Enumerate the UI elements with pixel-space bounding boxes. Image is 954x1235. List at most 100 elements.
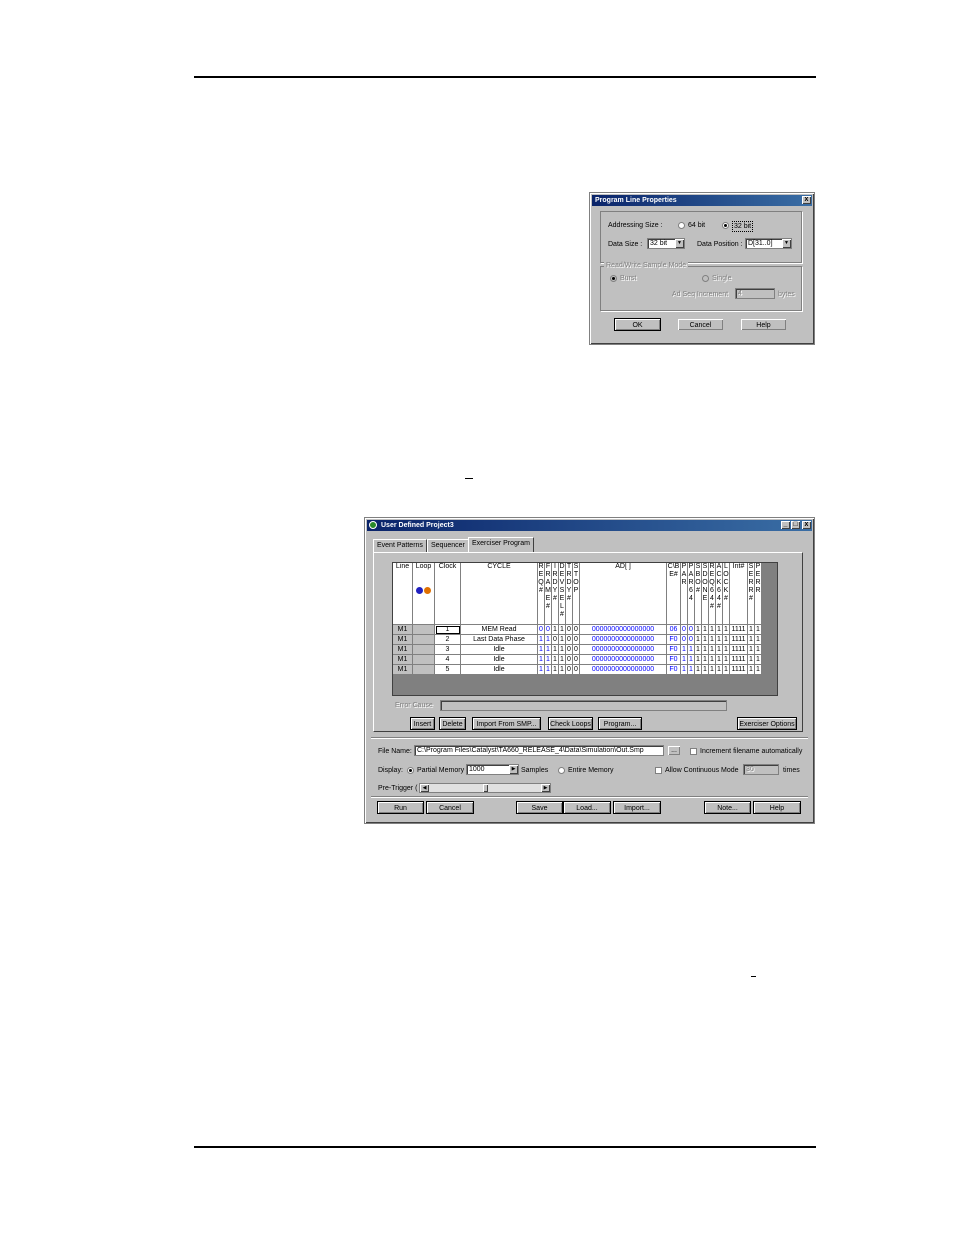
cell-trdy[interactable]: 0 — [566, 665, 573, 675]
cell-loop[interactable] — [413, 645, 435, 655]
cell-devsel[interactable]: 1 — [559, 655, 566, 665]
cell-frame[interactable]: 1 — [545, 655, 552, 665]
addr-32-radio[interactable] — [722, 222, 729, 229]
cell-sdone[interactable]: 1 — [702, 635, 709, 645]
cell-sdone[interactable]: 1 — [702, 665, 709, 675]
cell-frame[interactable]: 0 — [545, 625, 552, 635]
cell-cycle[interactable]: Idle — [461, 655, 538, 665]
data-position-select[interactable]: D[31..0] ▼ — [745, 238, 792, 249]
cell-clock[interactable]: 1 — [435, 625, 461, 635]
cell-frame[interactable]: 1 — [545, 645, 552, 655]
import-button[interactable]: Import... — [613, 801, 661, 814]
import-from-smp-button[interactable]: Import From SMP... — [472, 717, 541, 730]
cell-perr[interactable]: 1 — [755, 665, 762, 675]
cell-par64[interactable]: 1 — [688, 655, 695, 665]
chevron-down-icon[interactable]: ▼ — [782, 239, 791, 248]
increment-input[interactable]: 4 — [735, 288, 775, 299]
cell-stop[interactable]: 0 — [573, 635, 580, 645]
cell-sdone[interactable]: 1 — [702, 625, 709, 635]
times-input[interactable]: 30 — [743, 764, 779, 775]
cell-par[interactable]: 1 — [681, 645, 688, 655]
cell-irdy[interactable]: 1 — [552, 665, 559, 675]
cell-loop[interactable] — [413, 625, 435, 635]
close-icon[interactable]: x — [802, 196, 811, 204]
cell-ack64[interactable]: 1 — [716, 665, 723, 675]
close-icon[interactable]: x — [802, 521, 811, 529]
cell-req[interactable]: 1 — [538, 635, 545, 645]
cell-trdy[interactable]: 0 — [566, 645, 573, 655]
load-button[interactable]: Load... — [563, 801, 611, 814]
cell-irdy[interactable]: 1 — [552, 655, 559, 665]
cell-sbo[interactable]: 1 — [695, 625, 702, 635]
cell-devsel[interactable]: 1 — [559, 625, 566, 635]
cell-req64[interactable]: 1 — [709, 635, 716, 645]
cell-devsel[interactable]: 1 — [559, 635, 566, 645]
cell-clock[interactable]: 3 — [435, 645, 461, 655]
cell-ack64[interactable]: 1 — [716, 645, 723, 655]
cell-sdone[interactable]: 1 — [702, 655, 709, 665]
cell-line[interactable]: M1 — [393, 635, 413, 645]
partial-memory-radio[interactable] — [407, 767, 414, 774]
file-name-input[interactable]: C:\Program Files\Catalyst\TA660_RELEASE_… — [414, 745, 664, 756]
cell-ad[interactable]: 0000000000000000 — [580, 635, 667, 645]
cell-perr[interactable]: 1 — [755, 655, 762, 665]
cell-line[interactable]: M1 — [393, 665, 413, 675]
ok-button[interactable]: OK — [614, 318, 661, 331]
cell-loop[interactable] — [413, 665, 435, 675]
cancel-run-button[interactable]: Cancel — [426, 801, 474, 814]
cell-frame[interactable]: 1 — [545, 665, 552, 675]
data-size-select[interactable]: 32 bit ▼ — [647, 238, 685, 249]
cell-devsel[interactable]: 1 — [559, 645, 566, 655]
cell-par64[interactable]: 0 — [688, 625, 695, 635]
cell-irdy[interactable]: 1 — [552, 645, 559, 655]
cell-clock[interactable]: 2 — [435, 635, 461, 645]
cell-stop[interactable]: 0 — [573, 645, 580, 655]
cell-cbe[interactable]: 06 — [667, 625, 681, 635]
cell-req64[interactable]: 1 — [709, 625, 716, 635]
cell-cbe[interactable]: F0 — [667, 645, 681, 655]
pretrigger-slider[interactable]: ◀ ▶ — [419, 783, 551, 793]
cell-req[interactable]: 1 — [538, 665, 545, 675]
cell-cycle[interactable]: Last Data Phase — [461, 635, 538, 645]
cell-ad[interactable]: 0000000000000000 — [580, 655, 667, 665]
cell-serr[interactable]: 1 — [748, 655, 755, 665]
cell-ad[interactable]: 0000000000000000 — [580, 625, 667, 635]
cell-devsel[interactable]: 1 — [559, 665, 566, 675]
cancel-button[interactable]: Cancel — [677, 318, 724, 331]
tab-sequencer[interactable]: Sequencer — [427, 539, 469, 552]
cell-irdy[interactable]: 1 — [552, 625, 559, 635]
cell-ad[interactable]: 0000000000000000 — [580, 645, 667, 655]
chevron-right-icon[interactable]: ▶ — [509, 765, 518, 774]
maximize-icon[interactable]: □ — [791, 521, 800, 529]
program-button[interactable]: Program... — [598, 717, 642, 730]
cell-ack64[interactable]: 1 — [716, 625, 723, 635]
browse-button[interactable]: ... — [667, 745, 681, 756]
cell-sbo[interactable]: 1 — [695, 645, 702, 655]
cell-req[interactable]: 0 — [538, 625, 545, 635]
cell-req[interactable]: 1 — [538, 655, 545, 665]
cell-serr[interactable]: 1 — [748, 625, 755, 635]
cell-trdy[interactable]: 0 — [566, 655, 573, 665]
cell-stop[interactable]: 0 — [573, 655, 580, 665]
cell-par[interactable]: 0 — [681, 635, 688, 645]
cell-clock[interactable]: 5 — [435, 665, 461, 675]
check-loops-button[interactable]: Check Loops — [548, 717, 593, 730]
cell-line[interactable]: M1 — [393, 655, 413, 665]
cell-par64[interactable]: 0 — [688, 635, 695, 645]
cell-intr[interactable]: 1111 — [730, 645, 748, 655]
allow-continuous-checkbox[interactable] — [655, 767, 662, 774]
cell-trdy[interactable]: 0 — [566, 625, 573, 635]
minimize-icon[interactable]: _ — [781, 521, 790, 529]
chevron-right-icon[interactable]: ▶ — [541, 784, 550, 792]
tab-event-patterns[interactable]: Event Patterns — [373, 539, 427, 552]
cell-par[interactable]: 0 — [681, 625, 688, 635]
cell-par64[interactable]: 1 — [688, 645, 695, 655]
cell-perr[interactable]: 1 — [755, 625, 762, 635]
cell-intr[interactable]: 1111 — [730, 665, 748, 675]
cell-intr[interactable]: 1111 — [730, 635, 748, 645]
cell-cbe[interactable]: F0 — [667, 665, 681, 675]
delete-button[interactable]: Delete — [439, 717, 466, 730]
help-button[interactable]: Help — [740, 318, 787, 331]
tab-exerciser-program[interactable]: Exerciser Program — [468, 537, 534, 552]
cell-req64[interactable]: 1 — [709, 645, 716, 655]
